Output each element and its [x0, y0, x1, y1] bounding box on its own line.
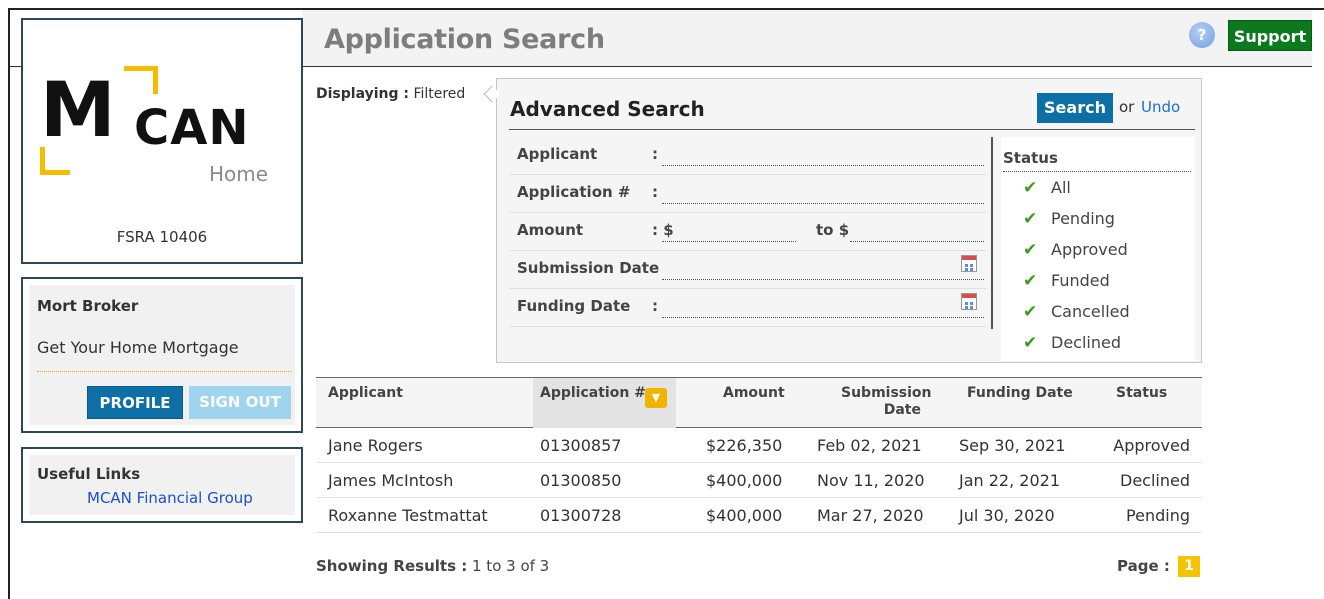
- logo-wordmark: CAN: [134, 100, 250, 156]
- application-number-row: Application # :: [510, 175, 986, 213]
- applicant-row: Applicant :: [510, 137, 986, 175]
- column-header-status[interactable]: Status: [1116, 385, 1167, 402]
- application-number-label: Application #: [517, 183, 631, 201]
- support-button[interactable]: Support: [1228, 20, 1312, 51]
- table-row[interactable]: Roxanne Testmattat 01300728 $400,000 Mar…: [316, 498, 1202, 533]
- submission-date-input[interactable]: [662, 279, 984, 280]
- column-header-amount[interactable]: Amount: [723, 385, 785, 402]
- displaying-indicator: Displaying : Filtered: [316, 86, 465, 102]
- amount-label: Amount: [517, 221, 584, 239]
- broker-panel: Mort Broker Get Your Home Mortgage PROFI…: [21, 277, 303, 433]
- broker-tagline: Get Your Home Mortgage: [37, 338, 239, 357]
- applicant-label: Applicant: [517, 145, 598, 163]
- submission-date-row: Submission Date: [510, 251, 986, 289]
- application-number-input[interactable]: [662, 203, 984, 204]
- checkmark-icon: ✔: [1023, 333, 1038, 353]
- checkmark-icon: ✔: [1023, 240, 1038, 260]
- applicant-input[interactable]: [662, 165, 984, 166]
- table-row[interactable]: Jane Rogers 01300857 $226,350 Feb 02, 20…: [316, 428, 1202, 463]
- column-header-application-number[interactable]: Application #: [540, 385, 646, 402]
- page-label: Page :: [1117, 557, 1170, 575]
- amount-row: Amount : $ to $: [510, 213, 986, 251]
- divider: [509, 129, 1195, 130]
- checkmark-icon: ✔: [1023, 271, 1038, 291]
- status-title: Status: [1003, 149, 1058, 167]
- table-header: Applicant Application # ▼ Amount Submiss…: [316, 377, 1202, 428]
- displaying-value[interactable]: Filtered: [413, 86, 465, 102]
- or-text: or: [1119, 98, 1135, 116]
- link-mcan-financial-group[interactable]: MCAN Financial Group: [87, 489, 253, 507]
- displaying-label: Displaying :: [316, 86, 409, 102]
- page-title: Application Search: [324, 24, 605, 55]
- amount-from-input[interactable]: [662, 241, 796, 242]
- profile-button[interactable]: PROFILE: [87, 386, 183, 419]
- undo-link[interactable]: Undo: [1141, 98, 1180, 116]
- column-header-applicant[interactable]: Applicant: [328, 385, 403, 402]
- table-row[interactable]: James McIntosh 01300850 $400,000 Nov 11,…: [316, 463, 1202, 498]
- useful-links-panel: Useful Links MCAN Financial Group: [21, 447, 303, 523]
- help-icon[interactable]: ?: [1189, 22, 1215, 48]
- calendar-icon[interactable]: [961, 293, 977, 310]
- sign-out-button[interactable]: SIGN OUT: [189, 386, 291, 419]
- results-count: Showing Results : 1 to 3 of 3: [316, 557, 550, 575]
- checkmark-icon: ✔: [1023, 178, 1038, 198]
- funding-date-input[interactable]: [662, 317, 984, 318]
- column-header-funding-date[interactable]: Funding Date: [967, 385, 1073, 402]
- amount-from-currency: : $: [652, 221, 674, 239]
- chevron-down-icon[interactable]: ▼: [645, 388, 667, 408]
- amount-to-input[interactable]: [850, 241, 984, 242]
- divider: [991, 137, 993, 329]
- useful-links-title: Useful Links: [37, 465, 141, 483]
- checkmark-icon: ✔: [1023, 302, 1038, 322]
- amount-to-currency: to $: [816, 221, 850, 239]
- advanced-search-panel: Advanced Search Search or Undo Applicant…: [496, 78, 1202, 363]
- broker-name: Mort Broker: [37, 297, 139, 315]
- license-number: FSRA 10406: [116, 228, 208, 246]
- search-button[interactable]: Search: [1037, 93, 1113, 123]
- logo-mark: M: [40, 65, 116, 154]
- logo-subtitle: Home: [209, 162, 269, 186]
- status-filter: Status ✔ All ✔ Pending ✔ Approved ✔ Fund…: [1001, 137, 1195, 361]
- funding-date-row: Funding Date :: [510, 289, 986, 327]
- divider: [37, 371, 291, 372]
- advanced-search-title: Advanced Search: [510, 97, 705, 121]
- submission-date-label: Submission Date: [517, 259, 660, 277]
- frame-left-border: [8, 8, 10, 599]
- funding-date-label: Funding Date: [517, 297, 631, 315]
- page-number-current[interactable]: 1: [1178, 556, 1200, 577]
- checkmark-icon: ✔: [1023, 209, 1038, 229]
- column-header-submission-date[interactable]: Submission Date: [841, 385, 932, 419]
- calendar-icon[interactable]: [961, 255, 977, 272]
